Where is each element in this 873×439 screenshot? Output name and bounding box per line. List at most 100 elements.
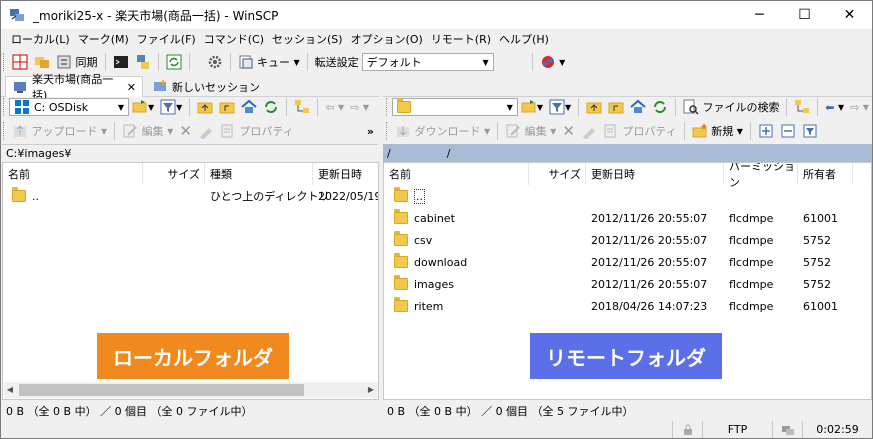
close-button[interactable]: ✕ <box>827 1 872 29</box>
table-row[interactable]: images 2012/11/26 20:55:07 flcdmpe 5752 <box>384 273 871 295</box>
preferences-button[interactable] <box>204 52 226 72</box>
local-file-toolbar: アップロード ▼ 編集 ▼ ✕ プロパティ » <box>1 119 379 143</box>
toolbar-separator <box>229 53 231 71</box>
column-label: 更新日時 <box>318 168 362 181</box>
forward-button[interactable]: ⇨ ▼ <box>347 97 372 117</box>
dropdown-arrow-icon: ▼ <box>837 102 845 112</box>
filter-button[interactable]: ▼ <box>546 97 574 117</box>
refresh-icon <box>263 99 279 115</box>
rename-button[interactable] <box>195 121 217 141</box>
minimize-button[interactable]: ─ <box>737 1 782 29</box>
delete-button[interactable]: ✕ <box>176 121 195 141</box>
refresh-button[interactable] <box>260 97 282 117</box>
queue-button[interactable]: キュー ▼ <box>235 52 303 72</box>
edit-button[interactable]: 編集 ▼ <box>502 121 559 141</box>
column-type[interactable]: 種類 <box>205 163 313 185</box>
column-name[interactable]: 名前 ^ <box>384 163 529 185</box>
window-title: _moriki25-x - 楽天市場(商品一括) - WinSCP <box>33 8 279 23</box>
parent-folder-icon <box>197 99 213 115</box>
putty-button[interactable] <box>132 52 154 72</box>
properties-button[interactable]: プロパティ <box>600 121 680 141</box>
file-owner: 5752 <box>803 233 831 247</box>
select-all-button[interactable] <box>755 121 777 141</box>
column-modified[interactable]: 更新日時 <box>586 163 724 185</box>
file-modified: 2012/11/26 20:55:07 <box>591 211 708 225</box>
remote-path-select[interactable]: ▼ <box>391 98 518 116</box>
maximize-button[interactable]: ☐ <box>782 1 827 29</box>
root-dir-button[interactable] <box>216 97 238 117</box>
console-button[interactable] <box>110 52 132 72</box>
refresh-button[interactable] <box>649 97 671 117</box>
column-size[interactable]: サイズ <box>529 163 586 185</box>
scroll-right-icon[interactable]: ▶ <box>365 385 377 395</box>
forward-button[interactable]: ⇨ ▼ <box>847 97 872 117</box>
toolbar-overflow-button[interactable]: » <box>364 121 377 141</box>
open-folder-button[interactable]: ▼ <box>518 97 546 117</box>
close-tab-icon[interactable]: ✕ <box>127 81 136 94</box>
menu-command[interactable]: コマンド(C) <box>200 31 268 47</box>
menu-options[interactable]: オプション(O) <box>347 31 427 47</box>
menu-mark[interactable]: マーク(M) <box>74 31 133 47</box>
scroll-left-icon[interactable]: ◀ <box>4 385 16 395</box>
upload-button[interactable]: アップロード ▼ <box>9 121 110 141</box>
filter-select-button[interactable] <box>799 121 821 141</box>
bookmarks-button[interactable] <box>291 97 313 117</box>
bookmarks-button[interactable] <box>791 97 813 117</box>
file-permissions: flcdmpe <box>729 255 774 269</box>
parent-folder-icon <box>394 187 408 202</box>
transfer-settings-select[interactable]: デフォルト ▼ <box>361 53 494 71</box>
table-row[interactable]: .. ひとつ上のディレクトリ 2022/05/19 <box>3 185 378 207</box>
queue-label: キュー <box>257 56 290 69</box>
tab-new-session[interactable]: 新しいセッション <box>146 76 266 97</box>
table-row[interactable]: cabinet 2012/11/26 20:55:07 flcdmpe 6100… <box>384 207 871 229</box>
unselect-all-button[interactable] <box>777 121 799 141</box>
back-button[interactable]: ⇦ ▼ <box>322 97 347 117</box>
root-dir-button[interactable] <box>605 97 627 117</box>
new-button[interactable]: 新規 ▼ <box>689 121 746 141</box>
menu-remote[interactable]: リモート(R) <box>427 31 495 47</box>
table-row[interactable]: ritem 2018/04/26 14:07:23 flcdmpe 61001 <box>384 295 871 317</box>
filter-button[interactable]: ▼ <box>157 97 185 117</box>
tab-label: 新しいセッション <box>172 80 260 94</box>
table-row[interactable]: .. <box>384 185 871 207</box>
local-file-list[interactable]: 名前 ^ サイズ 種類 更新日時 .. ひとつ上のディレクトリ 2022/05/1… <box>2 162 379 400</box>
column-owner[interactable]: 所有者 <box>798 163 853 185</box>
refresh-session-button[interactable] <box>163 52 185 72</box>
back-button[interactable]: ⬅ ▼ <box>822 97 847 117</box>
download-button[interactable]: ダウンロード ▼ <box>392 121 493 141</box>
parent-dir-button[interactable] <box>583 97 605 117</box>
find-files-button[interactable]: ファイルの検索 <box>680 97 783 117</box>
local-drive-select[interactable]: C: OSDisk ▼ <box>9 98 129 116</box>
delete-button[interactable]: ✕ <box>559 121 578 141</box>
file-name: .. <box>32 189 39 203</box>
remote-file-list[interactable]: 名前 ^ サイズ 更新日時 パーミッション 所有者 .. cabinet 2012… <box>383 162 872 400</box>
home-button[interactable] <box>627 97 649 117</box>
open-folder-button[interactable]: ▼ <box>129 97 157 117</box>
home-button[interactable] <box>238 97 260 117</box>
edit-button[interactable]: 編集 ▼ <box>119 121 176 141</box>
properties-button[interactable]: プロパティ <box>217 121 297 141</box>
local-panel-button[interactable] <box>9 52 31 72</box>
menu-help[interactable]: ヘルプ(H) <box>495 31 553 47</box>
arrow-left-icon: ⇦ <box>325 100 335 114</box>
menu-file[interactable]: ファイル(F) <box>133 31 200 47</box>
sort-asc-icon: ^ <box>450 162 458 170</box>
table-row[interactable]: csv 2012/11/26 20:55:07 flcdmpe 5752 <box>384 229 871 251</box>
tab-rakuten-session[interactable]: 楽天市場(商品一括) ✕ <box>5 73 143 102</box>
column-modified[interactable]: 更新日時 <box>313 163 378 185</box>
table-row[interactable]: download 2012/11/26 20:55:07 flcdmpe 575… <box>384 251 871 273</box>
menu-session[interactable]: セッション(S) <box>268 31 347 47</box>
rename-button[interactable] <box>578 121 600 141</box>
pane-splitter[interactable] <box>379 95 383 420</box>
scrollbar-thumb[interactable] <box>19 384 304 396</box>
parent-dir-button[interactable] <box>194 97 216 117</box>
column-permissions[interactable]: パーミッション <box>724 163 798 189</box>
local-horizontal-scrollbar[interactable]: ◀ ▶ <box>4 382 378 398</box>
compare-button[interactable] <box>31 52 53 72</box>
disconnect-button[interactable]: ▼ <box>537 52 569 72</box>
column-size[interactable]: サイズ <box>143 163 205 185</box>
sync-button[interactable]: 同期 <box>53 52 101 72</box>
file-owner: 61001 <box>803 299 838 313</box>
menu-local[interactable]: ローカル(L) <box>7 31 74 47</box>
column-name[interactable]: 名前 ^ <box>3 163 143 185</box>
